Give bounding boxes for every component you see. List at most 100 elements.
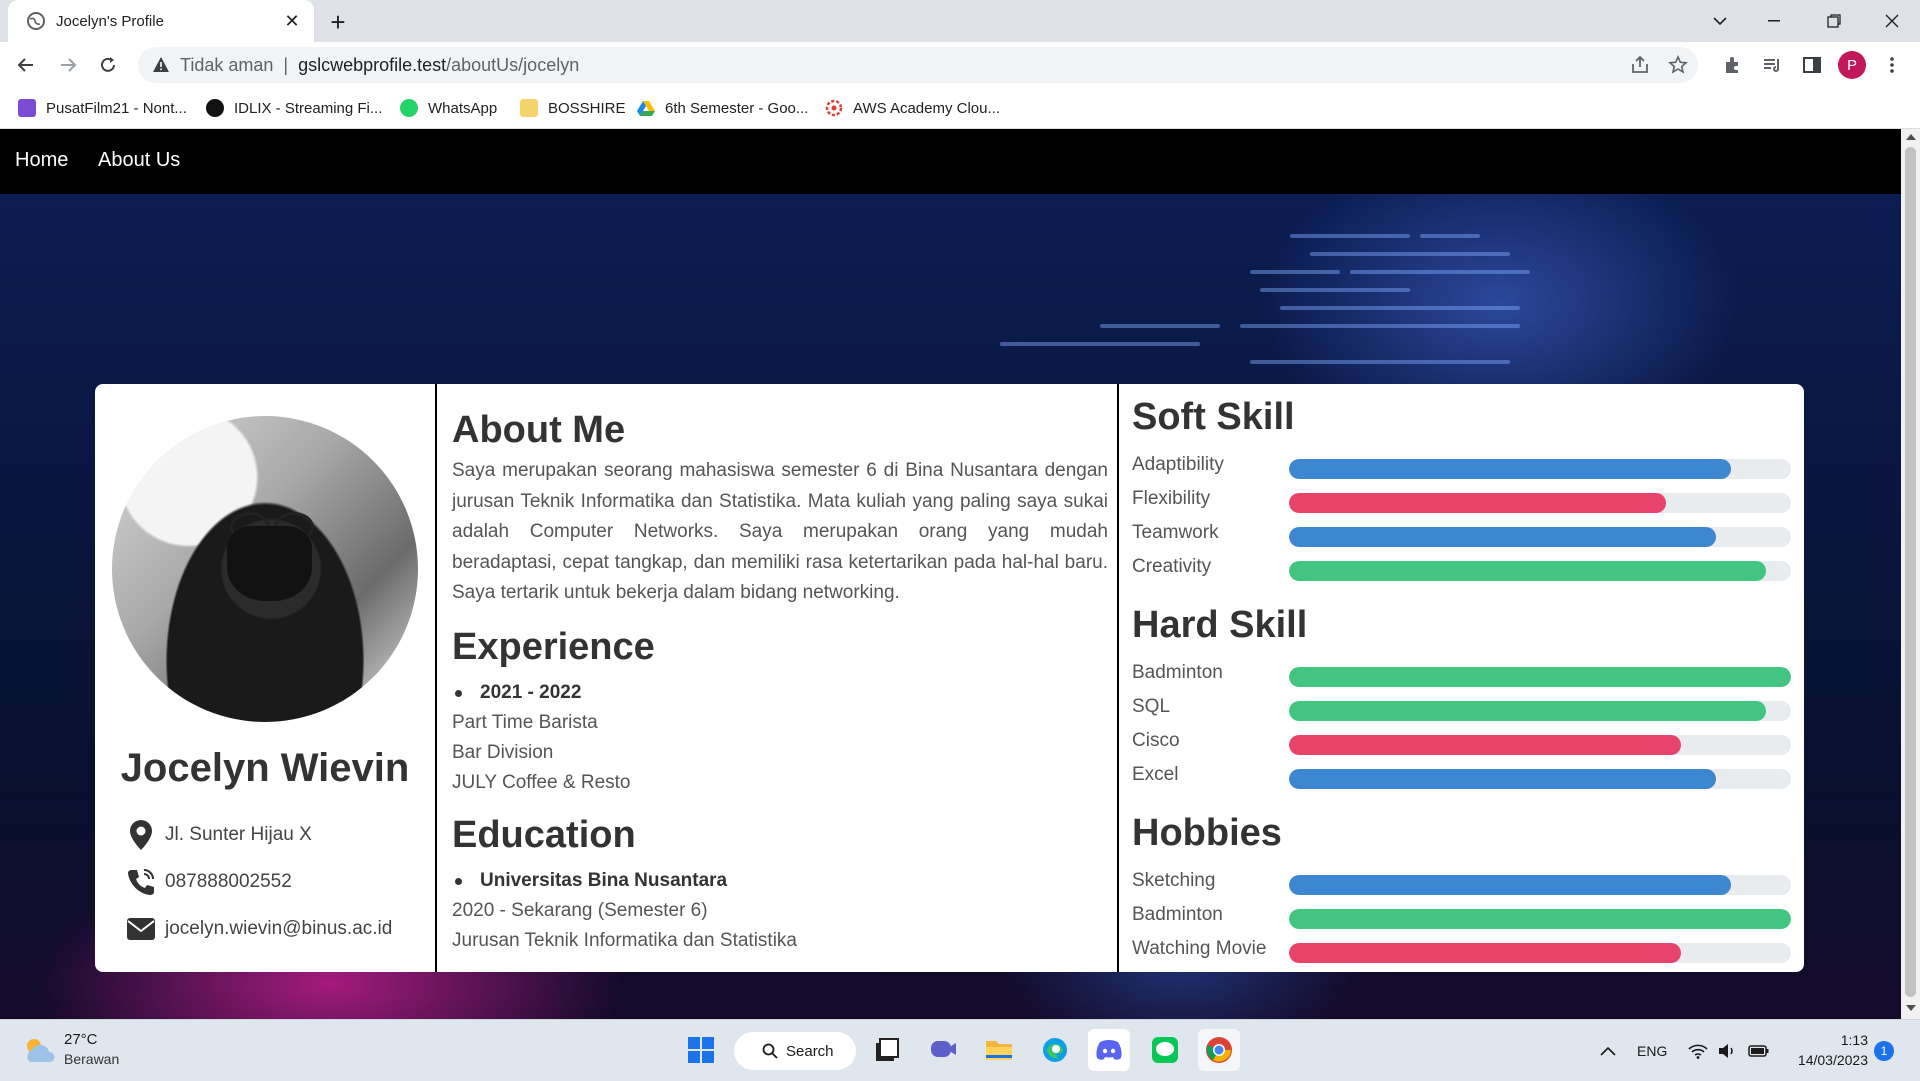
bookmark-star-icon[interactable] <box>1662 49 1694 81</box>
scrollbar-thumb[interactable] <box>1905 147 1916 997</box>
pusatfilm-icon <box>18 99 36 117</box>
education-period: 2020 - Sekarang (Semester 6) <box>452 900 708 921</box>
skill-row: Flexibility <box>1132 488 1792 514</box>
task-view-icon[interactable] <box>866 1029 908 1071</box>
volume-icon[interactable] <box>1718 1020 1736 1081</box>
extensions-icon[interactable] <box>1716 49 1748 81</box>
system-clock[interactable]: 1:13 14/03/2023 <box>1790 1030 1868 1070</box>
skill-progress-track <box>1289 943 1791 963</box>
weather-temperature[interactable]: 27°C <box>64 1031 98 1048</box>
skill-progress-track <box>1289 493 1791 513</box>
file-explorer-icon[interactable] <box>978 1029 1020 1071</box>
weather-description[interactable]: Berawan <box>64 1051 119 1067</box>
notification-badge[interactable]: 1 <box>1874 1041 1894 1061</box>
nav-about-link[interactable]: About Us <box>98 149 180 172</box>
url-host: gslcwebprofile.test <box>298 54 447 75</box>
minimize-button[interactable] <box>1746 0 1802 42</box>
taskbar-search[interactable]: Search <box>734 1032 856 1070</box>
skill-row: Cisco <box>1132 730 1792 756</box>
skill-row: Excel <box>1132 764 1792 790</box>
os-taskbar: 27°C Berawan Search ENG 1:13 14/03/2023 … <box>0 1019 1920 1081</box>
skill-progress-track <box>1289 909 1791 929</box>
skill-progress-track <box>1289 735 1791 755</box>
reload-button[interactable] <box>92 49 124 81</box>
experience-heading: Experience <box>452 626 655 668</box>
skill-row: SQL <box>1132 696 1792 722</box>
bookmark-aws-academy[interactable]: AWS Academy Clou... <box>825 96 1000 120</box>
side-panel-icon[interactable] <box>1796 49 1828 81</box>
profile-avatar[interactable]: P <box>1838 51 1866 79</box>
skill-progress-fill <box>1289 493 1666 513</box>
scroll-up-arrow-icon[interactable] <box>1906 134 1916 140</box>
nav-home-link[interactable]: Home <box>15 149 68 172</box>
bg-code-line <box>1350 270 1530 274</box>
close-tab-icon[interactable]: ✕ <box>278 7 306 35</box>
map-pin-icon <box>125 819 157 851</box>
site-navbar: Home About Us <box>0 129 1901 194</box>
bookmark-pusatfilm[interactable]: PusatFilm21 - Nont... <box>18 96 187 120</box>
experience-division: Bar Division <box>452 742 554 763</box>
page-scrollbar[interactable] <box>1901 129 1920 1019</box>
address-text: Jl. Sunter Hijau X <box>165 824 312 845</box>
line-app-icon[interactable] <box>1144 1029 1186 1071</box>
search-label: Search <box>786 1042 834 1060</box>
skill-label: Watching Movie <box>1132 938 1267 959</box>
skill-row: Teamwork <box>1132 522 1792 548</box>
phone-icon <box>125 866 157 898</box>
bookmark-bosshire[interactable]: BOSSHIRE <box>520 96 626 120</box>
language-indicator[interactable]: ENG <box>1637 1020 1667 1081</box>
tab-search-chevron-icon[interactable] <box>1692 0 1748 42</box>
share-icon[interactable] <box>1624 49 1656 81</box>
google-drive-icon <box>637 101 655 116</box>
bg-code-line <box>1240 324 1520 328</box>
teams-chat-icon[interactable] <box>922 1029 964 1071</box>
bookmark-label: IDLIX - Streaming Fi... <box>234 99 383 117</box>
edge-browser-icon[interactable] <box>1034 1029 1076 1071</box>
experience-role: Part Time Barista <box>452 712 598 733</box>
skill-label: Badminton <box>1132 662 1223 683</box>
url-path: /aboutUs/jocelyn <box>446 54 580 75</box>
chrome-icon[interactable] <box>1198 1029 1240 1071</box>
new-tab-button[interactable]: + <box>322 6 354 38</box>
skill-progress-track <box>1289 561 1791 581</box>
media-queue-icon[interactable] <box>1756 49 1788 81</box>
browser-toolbar: Tidak aman | gslcwebprofile.test/aboutUs… <box>0 42 1920 88</box>
skill-progress-fill <box>1289 667 1791 687</box>
bookmark-idlix[interactable]: IDLIX - Streaming Fi... <box>206 96 382 120</box>
globe-icon <box>27 12 45 30</box>
clock-date: 14/03/2023 <box>1797 1052 1868 1068</box>
skill-label: Cisco <box>1132 730 1180 751</box>
battery-icon[interactable] <box>1748 1020 1770 1081</box>
back-button[interactable] <box>10 49 42 81</box>
search-icon <box>762 1043 778 1059</box>
folder-icon <box>520 99 538 117</box>
forward-button[interactable] <box>52 49 84 81</box>
show-hidden-icons-chevron-icon[interactable] <box>1600 1020 1616 1081</box>
wifi-icon[interactable] <box>1688 1020 1708 1081</box>
soft-skill-heading: Soft Skill <box>1132 396 1295 438</box>
address-bar[interactable]: Tidak aman | gslcwebprofile.test/aboutUs… <box>138 47 1698 83</box>
windows-start-icon[interactable] <box>680 1029 722 1071</box>
bg-code-line <box>1290 234 1410 238</box>
skill-progress-track <box>1289 701 1791 721</box>
discord-icon[interactable] <box>1088 1029 1130 1071</box>
bg-code-line <box>1280 306 1520 310</box>
skill-progress-track <box>1289 769 1791 789</box>
skill-row: Creativity <box>1132 556 1792 582</box>
bookmark-6th-semester[interactable]: 6th Semester - Goo... <box>637 96 808 120</box>
browser-tab[interactable]: Jocelyn's Profile ✕ <box>8 0 314 42</box>
skill-row: Sketching <box>1132 870 1792 896</box>
scroll-down-arrow-icon[interactable] <box>1906 1005 1916 1011</box>
contact-email: jocelyn.wievin@binus.ac.id <box>125 909 392 949</box>
skill-row: Adaptibility <box>1132 454 1792 480</box>
bookmark-label: AWS Academy Clou... <box>853 99 1000 117</box>
photo-mask <box>227 526 312 601</box>
profile-card: Jocelyn Wievin Jl. Sunter Hijau X 087888… <box>95 384 1804 972</box>
restore-button[interactable] <box>1806 0 1862 42</box>
skill-progress-track <box>1289 875 1791 895</box>
experience-period: 2021 - 2022 <box>452 682 581 704</box>
close-window-button[interactable] <box>1864 0 1920 42</box>
menu-kebab-icon[interactable] <box>1876 49 1908 81</box>
bookmark-whatsapp[interactable]: WhatsApp <box>400 96 497 120</box>
education-major: Jurusan Teknik Informatika dan Statistik… <box>452 930 797 951</box>
